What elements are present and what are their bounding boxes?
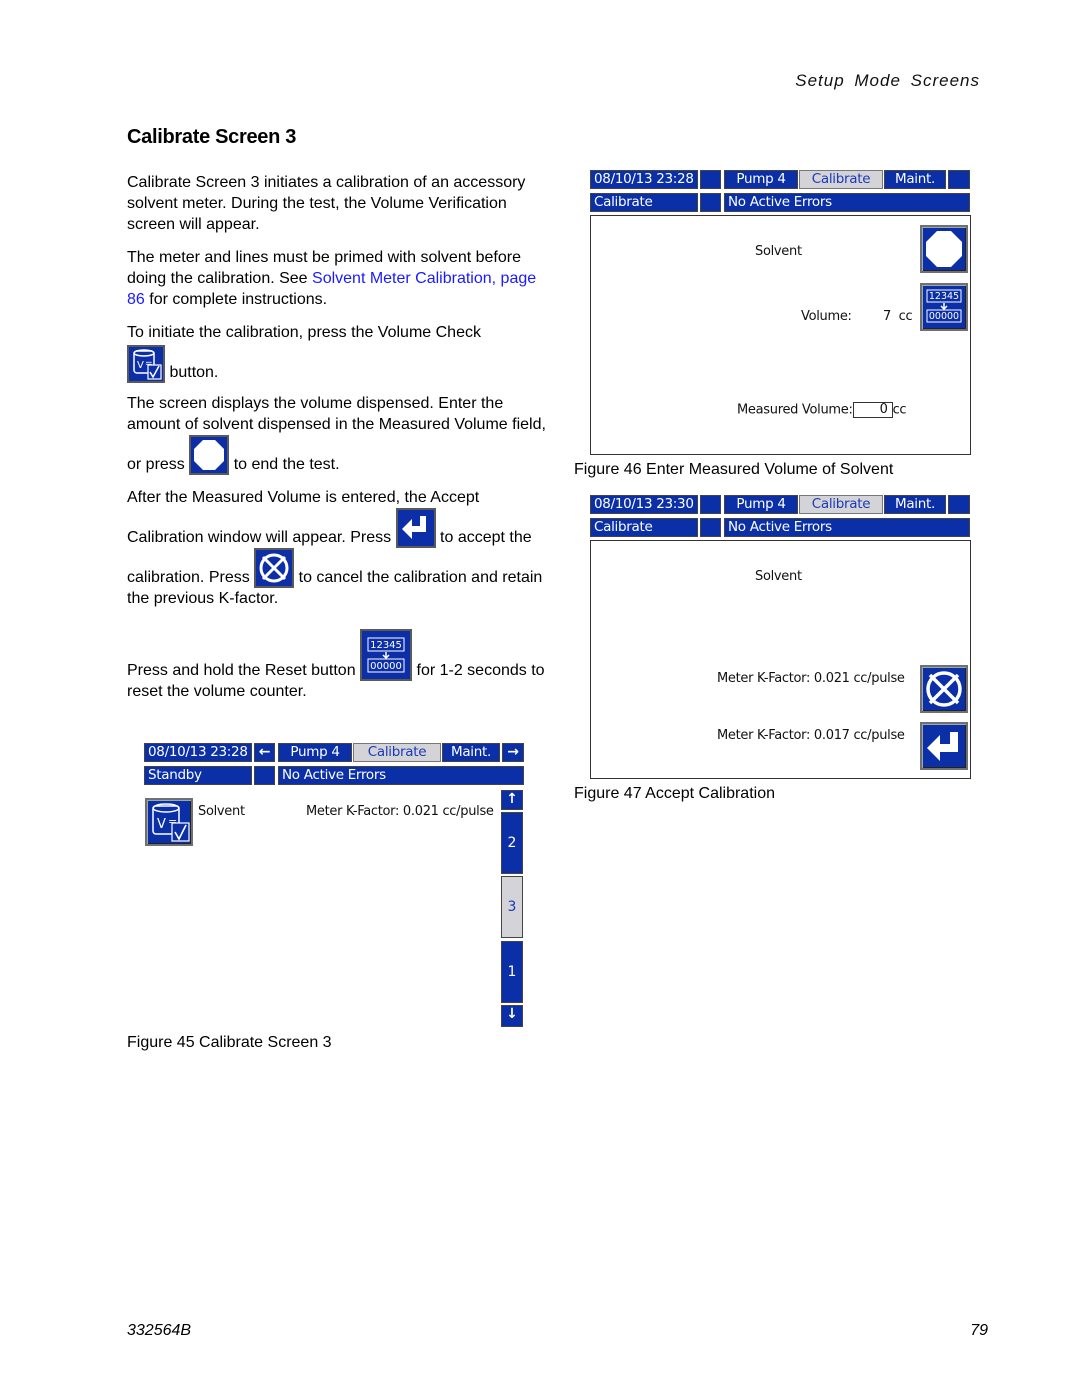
meter-kfactor-old: Meter K-Factor: 0.021 cc/pulse — [717, 671, 905, 686]
reset-counter-icon: 12345 00000 — [360, 629, 413, 681]
volume-number: 7 — [883, 309, 891, 324]
volume-unit: cc — [898, 309, 913, 324]
error-display: No Active Errors — [724, 193, 970, 212]
page-2-button[interactable]: 2 — [501, 812, 523, 874]
svg-text:00000: 00000 — [929, 311, 959, 322]
solvent-label: Solvent — [198, 804, 245, 819]
tab-calibrate[interactable]: Calibrate — [799, 170, 883, 189]
cancel-calibration-button[interactable] — [920, 665, 968, 713]
measured-volume-unit: cc — [892, 402, 907, 418]
body-text: Calibrate Screen 3 initiates a calibrati… — [127, 172, 547, 714]
paragraph-accept: After the Measured Volume is entered, th… — [127, 487, 547, 609]
stop-button[interactable] — [920, 225, 968, 273]
arrow-left-icon: ← — [258, 744, 271, 760]
enter-arrow-icon — [927, 732, 958, 761]
meter-kfactor: Meter K-Factor: 0.021 cc/pulse — [306, 804, 494, 819]
stop-octagon-icon — [926, 231, 962, 267]
paragraph-intro: Calibrate Screen 3 initiates a calibrati… — [127, 174, 526, 233]
screen-body: Solvent Volume: 7 cc 12345 00000 Measured… — [590, 215, 971, 455]
tab-maint[interactable]: Maint. — [884, 170, 946, 189]
stop-octagon-icon — [189, 435, 230, 475]
reset-counter-icon: 12345 00000 — [926, 289, 962, 323]
page-number: 79 — [970, 1322, 988, 1339]
paragraph-priming: The meter and lines must be primed with … — [127, 247, 547, 310]
tab-pump-4[interactable]: Pump 4 — [724, 495, 798, 514]
tab-maint[interactable]: Maint. — [442, 743, 500, 762]
status-indicator — [700, 193, 721, 212]
enter-arrow-icon — [395, 508, 436, 548]
svg-text:V: V — [157, 817, 166, 832]
tab-pump-4[interactable]: Pump 4 — [278, 743, 352, 762]
solvent-label: Solvent — [755, 569, 802, 584]
arrow-up-icon: ↑ — [506, 791, 518, 807]
nav-right-button[interactable]: → — [502, 743, 524, 762]
status-display: Calibrate — [590, 518, 698, 537]
measured-volume-input[interactable]: 0 — [852, 402, 893, 418]
figure-45-caption: Figure 45 Calibrate Screen 3 — [127, 1034, 332, 1051]
volume-value: 7 cc — [883, 309, 913, 324]
nav-right-button[interactable] — [948, 495, 970, 514]
nav-left-button[interactable] — [700, 495, 721, 514]
solvent-label: Solvent — [755, 244, 802, 259]
tab-calibrate[interactable]: Calibrate — [353, 743, 441, 762]
scroll-down-button[interactable]: ↓ — [501, 1005, 523, 1027]
arrow-right-icon: → — [507, 744, 519, 760]
measured-volume-row: Measured Volume: 0 cc — [737, 402, 907, 418]
text: button. — [165, 364, 219, 381]
paragraph-volume: The screen displays the volume dispensed… — [127, 393, 547, 475]
volume-check-icon: V = — [152, 803, 190, 842]
datetime-display: 08/10/13 23:28 — [590, 170, 698, 189]
svg-text:12345: 12345 — [370, 640, 402, 651]
cancel-x-icon — [926, 671, 962, 707]
figure-47-screen: 08/10/13 23:30 Pump 4 Calibrate Maint. C… — [590, 495, 971, 779]
scroll-up-button[interactable]: ↑ — [501, 790, 523, 810]
meter-kfactor-new: Meter K-Factor: 0.017 cc/pulse — [717, 728, 905, 743]
figure-46-caption: Figure 46 Enter Measured Volume of Solve… — [574, 461, 894, 478]
page-1-button[interactable]: 1 — [501, 941, 523, 1003]
arrow-down-icon: ↓ — [506, 1006, 518, 1022]
running-header: Setup Mode Screens — [795, 71, 980, 90]
nav-right-button[interactable] — [948, 170, 970, 189]
text: Press and hold the Reset button — [127, 662, 361, 679]
datetime-display: 08/10/13 23:28 — [144, 743, 252, 762]
status-indicator — [254, 766, 275, 785]
tab-pump-4[interactable]: Pump 4 — [724, 170, 798, 189]
page-3-button[interactable]: 3 — [501, 876, 523, 938]
tab-calibrate[interactable]: Calibrate — [799, 495, 883, 514]
text: to end the test. — [229, 456, 340, 473]
status-display: Calibrate — [590, 193, 698, 212]
error-display: No Active Errors — [278, 766, 524, 785]
figure-45-screen: 08/10/13 23:28 ← Pump 4 Calibrate Maint.… — [144, 743, 524, 1028]
text: for complete instructions. — [144, 291, 328, 308]
accept-calibration-button[interactable] — [920, 722, 968, 770]
svg-text:12345: 12345 — [929, 291, 959, 302]
error-display: No Active Errors — [724, 518, 970, 537]
nav-left-button[interactable] — [700, 170, 721, 189]
document-number: 332564B — [127, 1322, 192, 1339]
reset-counter-button[interactable]: 12345 00000 — [920, 283, 968, 331]
measured-volume-label: Measured Volume: — [737, 402, 853, 418]
status-indicator — [700, 518, 721, 537]
status-display: Standby — [144, 766, 252, 785]
screen-body: Solvent Meter K-Factor: 0.021 cc/pulse M… — [590, 540, 971, 779]
text: To initiate the calibration, press the V… — [127, 324, 481, 341]
nav-left-button[interactable]: ← — [254, 743, 275, 762]
svg-text:00000: 00000 — [370, 661, 402, 672]
volume-label: Volume: — [801, 309, 852, 324]
paragraph-reset: Press and hold the Reset button 12345 000… — [127, 629, 547, 702]
section-title: Calibrate Screen 3 — [127, 126, 297, 148]
svg-text:V: V — [137, 360, 144, 371]
volume-check-icon: V = — [127, 345, 165, 383]
cancel-x-icon — [254, 548, 295, 588]
volume-check-button[interactable]: V = — [145, 798, 193, 846]
figure-47-caption: Figure 47 Accept Calibration — [574, 785, 775, 802]
tab-maint[interactable]: Maint. — [884, 495, 946, 514]
figure-46-screen: 08/10/13 23:28 Pump 4 Calibrate Maint. C… — [590, 170, 971, 455]
datetime-display: 08/10/13 23:30 — [590, 495, 698, 514]
paragraph-initiate: To initiate the calibration, press the V… — [127, 322, 547, 383]
